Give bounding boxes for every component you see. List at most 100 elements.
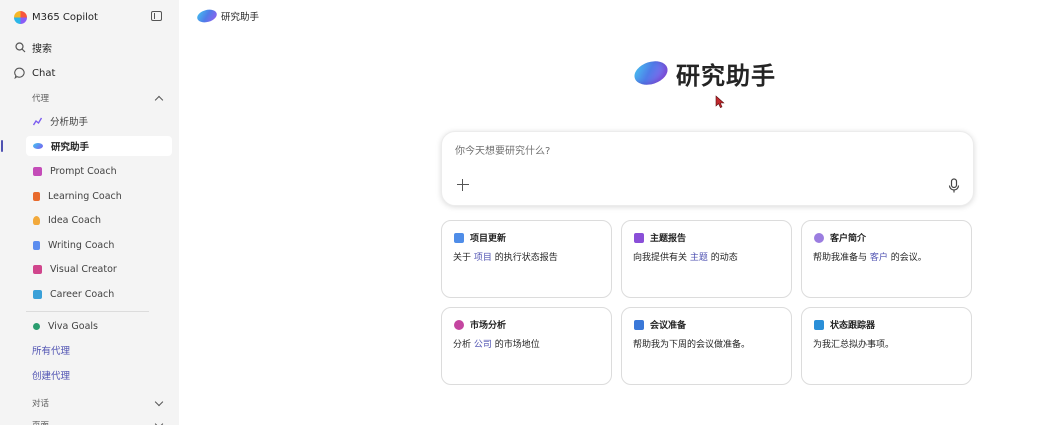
agent-item-prompt-coach[interactable]: Prompt Coach [26,161,172,181]
suggestion-card-meeting-prep[interactable]: 会议准备 帮助我为下周的会议做准备。 [621,307,792,385]
app-title: M365 Copilot [32,11,98,23]
card-text: 的执行状态报告 [491,253,558,263]
suggestion-card-market-analysis[interactable]: 市场分析 分析 公司 的市场地位 [441,307,612,385]
agent-label: Visual Creator [50,263,117,275]
card-description: 关于 项目 的执行状态报告 [453,250,558,263]
agent-label: Idea Coach [48,214,102,226]
suggestion-card-project-update[interactable]: 项目更新 关于 项目 的执行状态报告 [441,220,612,298]
agent-label: Career Coach [50,288,115,300]
card-header: 会议准备 [634,318,686,331]
card-text: 分析 [453,340,474,350]
lightbulb-icon [33,215,40,225]
agent-item-writing-coach[interactable]: Writing Coach [26,235,172,255]
card-title: 主题报告 [650,234,687,244]
card-header: 状态跟踪器 [814,318,875,331]
create-agent-link[interactable]: 创建代理 [32,367,70,383]
nav-search-label: 搜索 [32,43,52,55]
analyst-agent-icon [32,117,43,126]
nav-chat-label: Chat [32,67,56,79]
card-title: 状态跟踪器 [830,321,876,331]
agent-item-career-coach[interactable]: Career Coach [26,284,172,304]
agent-item-researcher[interactable]: 研究助手 [26,136,172,156]
card-placeholder-token[interactable]: 公司 [474,340,492,350]
card-placeholder-token[interactable]: 客户 [870,253,888,263]
conversations-section-label: 对话 [32,399,50,409]
card-description: 为我汇总拟办事项。 [813,337,894,350]
visual-creator-icon [33,264,42,274]
writing-coach-icon [33,240,40,250]
researcher-orb-icon [195,7,219,25]
agent-label: Writing Coach [48,239,115,251]
nav-chat[interactable]: Chat [14,64,55,82]
agent-label: Prompt Coach [50,165,117,177]
card-placeholder-token[interactable]: 主题 [690,253,708,263]
card-title: 会议准备 [650,321,687,331]
microphone-icon[interactable] [947,178,961,194]
agent-hero: 研究助手 [631,57,776,90]
card-description: 分析 公司 的市场地位 [453,337,540,350]
pages-section-header[interactable]: 页面 [32,418,164,425]
viva-goals-icon [33,322,40,330]
suggestion-card-customer-profile[interactable]: 客户简介 帮助我准备与 客户 的会议。 [801,220,972,298]
agents-section-label: 代理 [32,94,50,104]
page-title: 研究助手 [676,61,776,90]
current-agent-name: 研究助手 [221,12,260,23]
card-title: 项目更新 [470,234,507,244]
card-title: 市场分析 [470,321,507,331]
agent-item-analyst[interactable]: 分析助手 [26,111,172,131]
pie-chart-icon [454,319,464,330]
sidebar: M365 Copilot 搜索 Chat 代理 分析助手 研究助手 Prompt… [0,0,179,425]
agent-item-idea-coach[interactable]: Idea Coach [26,210,172,230]
sidebar-divider [26,311,149,312]
checklist-icon [814,319,824,330]
prompt-composer [441,131,974,206]
collapse-sidebar-icon[interactable] [151,11,162,21]
card-header: 项目更新 [454,231,506,244]
copilot-logo-icon [14,10,27,24]
active-indicator [1,140,3,152]
card-header: 市场分析 [454,318,506,331]
agent-label: Learning Coach [48,190,122,202]
career-coach-icon [33,289,42,299]
card-header: 主题报告 [634,231,686,244]
chevron-down-icon [154,419,164,425]
add-attachment-icon[interactable] [456,178,470,192]
nav-search[interactable]: 搜索 [14,38,52,56]
card-text: 的会议。 [887,253,927,263]
card-description: 帮助我为下周的会议做准备。 [633,337,750,350]
card-text: 的动态 [707,253,738,263]
calendar-icon [634,319,644,330]
people-icon [814,232,824,243]
learning-coach-icon [33,191,40,201]
all-agents-link[interactable]: 所有代理 [32,342,70,358]
card-placeholder-token[interactable]: 项目 [474,253,492,263]
chevron-up-icon [154,95,164,104]
prompt-input[interactable] [455,142,935,160]
pages-section-label: 页面 [32,419,49,425]
card-description: 向我提供有关 主题 的动态 [633,250,738,263]
agent-label: Viva Goals [48,320,98,332]
agents-section-header[interactable]: 代理 [32,91,164,105]
suggestion-card-topic-report[interactable]: 主题报告 向我提供有关 主题 的动态 [621,220,792,298]
card-text: 向我提供有关 [633,253,690,263]
suggestion-card-status-tracker[interactable]: 状态跟踪器 为我汇总拟办事项。 [801,307,972,385]
chevron-down-icon [154,397,164,406]
card-text: 为我汇总拟办事项。 [813,340,895,350]
search-icon [14,41,26,53]
researcher-agent-icon [33,143,43,149]
card-text: 的市场地位 [491,340,540,350]
prompt-coach-icon [33,166,42,176]
current-agent-chip[interactable]: 研究助手 [195,7,260,25]
conversations-section-header[interactable]: 对话 [32,396,164,410]
agent-label: 研究助手 [51,142,90,153]
agent-item-viva-goals[interactable]: Viva Goals [26,316,172,336]
agent-item-visual-creator[interactable]: Visual Creator [26,259,172,279]
agent-label: 分析助手 [50,117,89,128]
card-title: 客户简介 [830,234,867,244]
document-icon [454,232,464,243]
app-brand[interactable]: M365 Copilot [14,8,98,26]
researcher-orb-icon [631,57,671,89]
card-text: 关于 [453,253,474,263]
agent-item-learning-coach[interactable]: Learning Coach [26,186,172,206]
card-description: 帮助我准备与 客户 的会议。 [813,250,927,263]
